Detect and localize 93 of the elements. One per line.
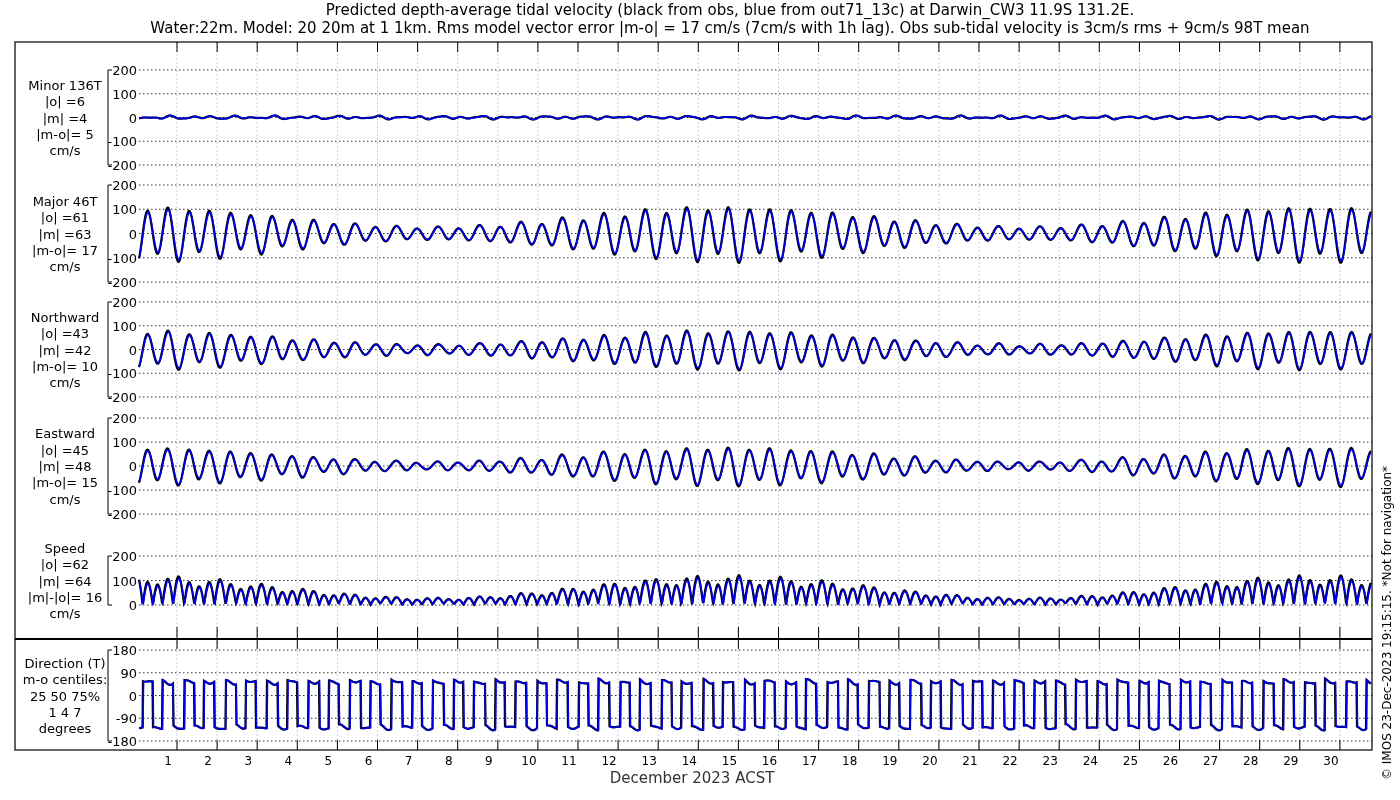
tick-label: 0 <box>128 226 137 242</box>
tick-label: 13 <box>641 754 657 768</box>
tick-label: 7 <box>404 754 413 768</box>
tick-label: 200 <box>112 63 137 78</box>
panel-label: cm/s <box>49 375 81 391</box>
tick-label: 0 <box>128 688 137 704</box>
panel-label: Eastward <box>35 426 95 442</box>
tick-label: 4 <box>284 754 293 768</box>
panel-label: 1 4 7 <box>48 704 82 720</box>
panel-label: |o| =62 <box>40 557 90 573</box>
tick-label: 9 <box>485 754 493 768</box>
chart-title: Predicted depth-average tidal velocity (black from obs, blue from out71_13c) at Darwin_CW3 11.9S 131.2E. <box>325 1 1135 19</box>
tick-label: 100 <box>112 86 137 102</box>
tick-label: 21 <box>962 754 978 768</box>
tick-label: 28 <box>1243 754 1259 768</box>
tick-label: -200 <box>107 390 137 405</box>
panel-label: |m| =42 <box>38 342 92 358</box>
panel-label: Minor 136T <box>28 77 102 93</box>
tick-label: 17 <box>801 754 818 768</box>
panel-label: |o| =61 <box>40 210 90 226</box>
panel-label: |m| =48 <box>38 459 92 474</box>
tick-label: 25 <box>1122 754 1139 768</box>
tick-label: 22 <box>1002 754 1018 768</box>
tick-label: 3 <box>244 754 252 768</box>
panel-label: |m| =64 <box>38 573 92 589</box>
tick-label: 100 <box>112 202 137 218</box>
panel-label: Direction (T) <box>24 655 106 671</box>
credit-text: © IMOS 23-Dec-2023 19:15:15. *Not for navigation* <box>1380 465 1394 780</box>
tick-label: 200 <box>112 178 137 193</box>
panel-label: m-o centiles: <box>22 672 108 688</box>
tick-label: 12 <box>601 754 617 768</box>
panel-label: cm/s <box>49 606 81 622</box>
tick-label: -200 <box>107 275 137 290</box>
tick-label: 0 <box>128 598 137 613</box>
tick-label: 10 <box>521 754 537 768</box>
panel-label: Northward <box>30 309 100 325</box>
panel-label: Speed <box>44 540 86 556</box>
tick-label: 20 <box>922 754 938 768</box>
panel-label: |o| =6 <box>45 94 85 110</box>
tick-label: 8 <box>444 754 453 768</box>
tick-label: 11 <box>561 754 577 768</box>
panel-label: degrees <box>38 721 92 737</box>
panel-label: |m-o|= 5 <box>36 126 94 142</box>
tick-label: 15 <box>721 754 738 768</box>
tick-label: 100 <box>112 573 137 589</box>
tick-label: -200 <box>107 158 137 173</box>
tick-label: 180 <box>112 643 137 658</box>
y-axis <box>107 555 113 606</box>
tick-label: -100 <box>107 134 137 150</box>
axis-label: December 2023 ACST <box>609 769 775 787</box>
tick-label: -100 <box>107 483 137 498</box>
panel-label: cm/s <box>49 491 81 507</box>
tick-label: 100 <box>112 318 137 334</box>
tick-label: -180 <box>107 734 137 749</box>
tick-label: -200 <box>107 507 137 522</box>
tick-label: -100 <box>107 366 137 382</box>
tick-label: 0 <box>128 459 137 474</box>
tick-label: 23 <box>1042 754 1058 768</box>
panel-label: |m| =63 <box>38 226 92 242</box>
tick-label: 18 <box>842 754 858 768</box>
panel-label: |m-o|= 17 <box>32 242 98 258</box>
tick-label: 30 <box>1323 754 1339 768</box>
panel-label: |m|-|o|= 16 <box>27 589 103 605</box>
tick-label: 0 <box>128 110 137 126</box>
tick-label: 2 <box>204 754 212 768</box>
panel-label: |m| =4 <box>42 110 88 126</box>
tick-label: 200 <box>112 411 137 426</box>
tick-label: 0 <box>128 342 137 358</box>
tick-label: 14 <box>681 754 697 768</box>
tick-label: 5 <box>324 754 333 768</box>
tick-label: 200 <box>112 295 137 310</box>
tick-label: 19 <box>882 754 898 768</box>
tick-label: 29 <box>1283 754 1299 768</box>
panel-label: Major 46T <box>32 193 98 209</box>
tick-label: 6 <box>364 754 373 768</box>
panel-label: |m-o|= 15 <box>32 475 98 491</box>
panel-label: |o| =45 <box>40 442 90 458</box>
panel-label: 25 50 75% <box>29 688 101 704</box>
tick-label: 16 <box>761 754 778 768</box>
tick-label: -90 <box>115 711 137 727</box>
tick-label: 1 <box>164 754 172 768</box>
panel-label: |o| =43 <box>40 326 90 342</box>
tick-label: 90 <box>120 665 137 681</box>
panel-label: cm/s <box>49 259 81 275</box>
panel-label: cm/s <box>49 143 81 159</box>
panel-label: |m-o|= 10 <box>32 358 98 374</box>
tick-label: 27 <box>1202 754 1219 768</box>
tick-label: 100 <box>112 435 137 450</box>
tick-label: -100 <box>107 250 137 266</box>
tick-label: 200 <box>112 549 137 564</box>
tick-label: 24 <box>1082 754 1098 768</box>
chart-title: Water:22m. Model: 20 20m at 1 1km. Rms model vector error |m-o| = 17 cm/s (7cm/s with 1h lag). Obs sub-tidal velocity is 3cm/s rms + 9cm/s 98T mean <box>150 19 1310 37</box>
tick-label: 26 <box>1162 754 1179 768</box>
